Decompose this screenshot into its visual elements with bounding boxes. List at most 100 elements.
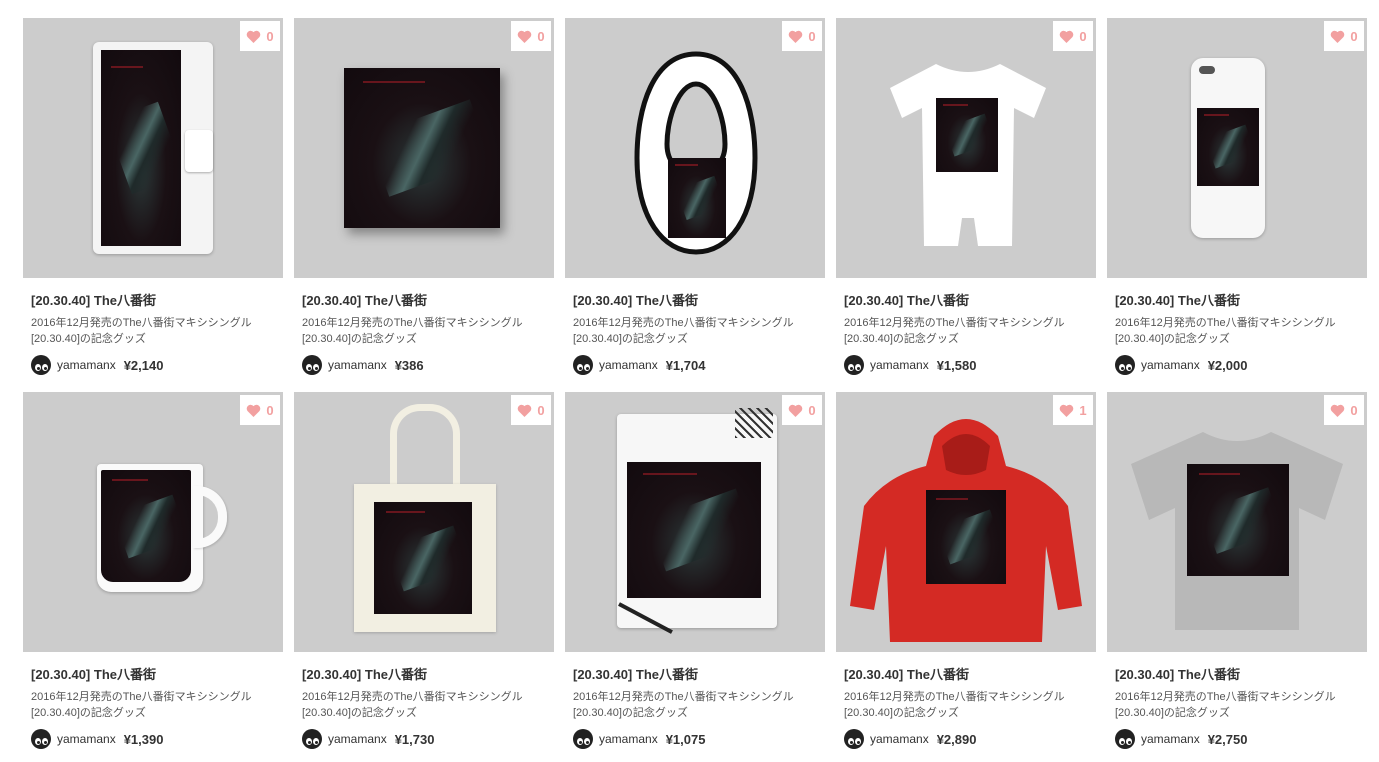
username[interactable]: yamamanx [870, 732, 929, 746]
product-card: 0 [20.30.40] The八番街 2016年12月発売のThe八番街マキシ… [565, 392, 825, 749]
heart-icon [1331, 30, 1345, 43]
description-line: 2016年12月発売のThe八番街マキシシングル [302, 691, 523, 703]
product-description: 2016年12月発売のThe八番街マキシシングル [20.30.40]の記念グッ… [1115, 689, 1355, 721]
username[interactable]: yamamanx [1141, 732, 1200, 746]
avatar[interactable] [844, 729, 864, 749]
product-title[interactable]: [20.30.40] The八番街 [844, 664, 1096, 683]
description-line: [20.30.40]の記念グッズ [573, 333, 688, 345]
product-image[interactable]: 0 [1107, 18, 1367, 278]
price: ¥2,750 [1207, 731, 1248, 747]
description-line: [20.30.40]の記念グッズ [1115, 707, 1230, 719]
product-image[interactable]: 1 [836, 392, 1096, 652]
product-description: 2016年12月発売のThe八番街マキシシングル [20.30.40]の記念グッ… [844, 689, 1084, 721]
product-title[interactable]: [20.30.40] The八番街 [31, 290, 283, 309]
heart-icon [518, 404, 532, 417]
product-meta: yamamanx ¥2,890 [844, 728, 1096, 750]
product-meta: yamamanx ¥1,580 [844, 354, 1096, 376]
product-description: 2016年12月発売のThe八番街マキシシングル [20.30.40]の記念グッ… [31, 315, 271, 347]
username[interactable]: yamamanx [57, 732, 116, 746]
product-title[interactable]: [20.30.40] The八番街 [844, 290, 1096, 309]
product-title[interactable]: [20.30.40] The八番街 [31, 664, 283, 683]
price: ¥386 [394, 357, 424, 373]
username[interactable]: yamamanx [328, 732, 387, 746]
product-title[interactable]: [20.30.40] The八番街 [302, 290, 554, 309]
product-image[interactable]: 0 [294, 392, 554, 652]
avatar[interactable] [1115, 355, 1135, 375]
heart-icon [247, 30, 261, 43]
like-button[interactable]: 0 [1324, 21, 1364, 51]
tote-bag-product [350, 404, 500, 634]
product-description: 2016年12月発売のThe八番街マキシシングル [20.30.40]の記念グッ… [302, 315, 542, 347]
product-title[interactable]: [20.30.40] The八番街 [302, 664, 554, 683]
mug-product [97, 464, 227, 594]
avatar[interactable] [31, 355, 51, 375]
like-button[interactable]: 0 [511, 21, 551, 51]
username[interactable]: yamamanx [57, 358, 116, 372]
heart-icon [1060, 30, 1074, 43]
price: ¥2,000 [1207, 357, 1248, 373]
product-image[interactable]: 0 [23, 18, 283, 278]
t-shirt-product [1113, 424, 1361, 634]
product-description: 2016年12月発売のThe八番街マキシシングル [20.30.40]の記念グッ… [573, 689, 813, 721]
product-image[interactable]: 0 [1107, 392, 1367, 652]
product-title[interactable]: [20.30.40] The八番街 [1115, 664, 1367, 683]
product-card: 0 [20.30.40] The八番街 2016年12月発売のThe八番街マキシ… [294, 18, 554, 375]
like-button[interactable]: 0 [782, 395, 822, 425]
product-meta: yamamanx ¥1,390 [31, 728, 283, 750]
description-line: [20.30.40]の記念グッズ [302, 333, 417, 345]
like-button[interactable]: 0 [1053, 21, 1093, 51]
description-line: 2016年12月発売のThe八番街マキシシングル [1115, 317, 1336, 329]
like-count: 1 [1079, 402, 1087, 418]
username[interactable]: yamamanx [870, 358, 929, 372]
heart-icon [789, 30, 803, 43]
avatar[interactable] [844, 355, 864, 375]
product-image[interactable]: 0 [836, 18, 1096, 278]
like-button[interactable]: 0 [511, 395, 551, 425]
price: ¥2,890 [936, 731, 977, 747]
username[interactable]: yamamanx [599, 732, 658, 746]
price: ¥1,580 [936, 357, 977, 373]
like-button[interactable]: 1 [1053, 395, 1093, 425]
description-line: 2016年12月発売のThe八番街マキシシングル [31, 317, 252, 329]
avatar[interactable] [31, 729, 51, 749]
like-count: 0 [1079, 28, 1087, 44]
like-button[interactable]: 0 [1324, 395, 1364, 425]
like-button[interactable]: 0 [240, 395, 280, 425]
avatar[interactable] [302, 729, 322, 749]
username[interactable]: yamamanx [328, 358, 387, 372]
avatar[interactable] [573, 729, 593, 749]
heart-icon [1331, 404, 1345, 417]
sticker-product [344, 68, 500, 228]
phone-case-product [1191, 58, 1265, 238]
product-meta: yamamanx ¥1,075 [573, 728, 825, 750]
description-line: [20.30.40]の記念グッズ [31, 333, 146, 345]
heart-icon [1060, 404, 1074, 417]
like-button[interactable]: 0 [240, 21, 280, 51]
product-image[interactable]: 0 [565, 392, 825, 652]
notebook-product [617, 408, 777, 634]
description-line: [20.30.40]の記念グッズ [844, 333, 959, 345]
product-image[interactable]: 0 [294, 18, 554, 278]
like-count: 0 [537, 28, 545, 44]
avatar[interactable] [1115, 729, 1135, 749]
username[interactable]: yamamanx [599, 358, 658, 372]
product-card: 0 [20.30.40] The八番街 2016年12月発売のThe八番街マキシ… [1107, 392, 1367, 749]
product-image[interactable]: 0 [565, 18, 825, 278]
product-title[interactable]: [20.30.40] The八番街 [1115, 290, 1367, 309]
avatar[interactable] [302, 355, 322, 375]
like-count: 0 [266, 28, 274, 44]
like-count: 0 [537, 402, 545, 418]
description-line: [20.30.40]の記念グッズ [573, 707, 688, 719]
username[interactable]: yamamanx [1141, 358, 1200, 372]
product-description: 2016年12月発売のThe八番街マキシシングル [20.30.40]の記念グッ… [302, 689, 542, 721]
description-line: [20.30.40]の記念グッズ [302, 707, 417, 719]
product-image[interactable]: 0 [23, 392, 283, 652]
product-card: 1 [20.30.40] The八番街 2016年12月発売のThe八番街マキシ… [836, 392, 1096, 749]
like-button[interactable]: 0 [782, 21, 822, 51]
description-line: 2016年12月発売のThe八番街マキシシングル [844, 317, 1065, 329]
avatar[interactable] [573, 355, 593, 375]
product-title[interactable]: [20.30.40] The八番街 [573, 290, 825, 309]
product-title[interactable]: [20.30.40] The八番街 [573, 664, 825, 683]
heart-icon [247, 404, 261, 417]
product-description: 2016年12月発売のThe八番街マキシシングル [20.30.40]の記念グッ… [1115, 315, 1355, 347]
